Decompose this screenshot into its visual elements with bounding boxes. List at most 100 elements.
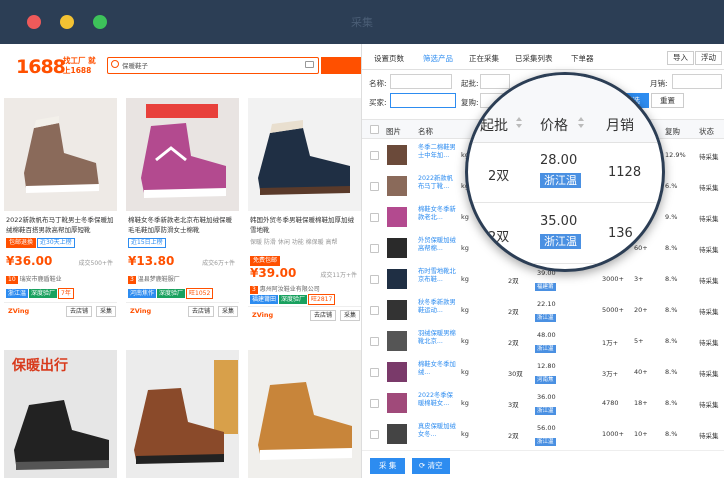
search-button[interactable] xyxy=(321,57,361,74)
svg-text:保暖出行: 保暖出行 xyxy=(11,357,68,374)
float-button[interactable]: 浮动 xyxy=(695,51,722,65)
product-image[interactable] xyxy=(4,98,117,211)
tab-set-pages[interactable]: 设置页数 xyxy=(374,53,404,64)
row-name[interactable]: 2022冬季保暖棉鞋女... xyxy=(418,392,458,408)
row-buyers: 3+ xyxy=(634,275,644,283)
row-unit: kg xyxy=(461,399,469,407)
row-moq: 2双 xyxy=(508,339,519,347)
table-row[interactable]: 秋冬季新款男鞋运动... kg 2双 22.10 浙江温 5000+ 20+ 8.% 待采集 xyxy=(362,295,724,327)
row-thumbnail[interactable] xyxy=(387,176,407,196)
table-row[interactable]: 2022冬季保暖棉鞋女... kg 3双 36.00 浙江温 4780 18+ 8.% 待采集 xyxy=(362,388,724,420)
row-thumbnail[interactable] xyxy=(387,393,407,413)
row-name[interactable]: 冬季二棉鞋男士中年加... xyxy=(418,144,458,160)
row-checkbox[interactable] xyxy=(370,368,379,377)
collect-button[interactable]: 采集 xyxy=(96,306,117,317)
product-badges: 浙江温 深度验厂 7年 xyxy=(6,288,75,299)
row-thumbnail[interactable] xyxy=(387,300,407,320)
row-checkbox[interactable] xyxy=(370,337,379,346)
vendor-logo: ZVing xyxy=(130,307,152,315)
verify-chip: 深度验厂 xyxy=(279,295,308,304)
table-row[interactable]: 棉鞋女冬季加绒... kg 30双 12.80 河南焦 3万+ 40+ 8.% 待采集 xyxy=(362,357,724,389)
product-title[interactable]: 棉鞋女冬季新款老北京布鞋加绒保暖毛毛鞋加厚防滑女士棉靴 xyxy=(128,215,238,235)
row-checkbox[interactable] xyxy=(370,213,379,222)
product-card[interactable] xyxy=(248,350,361,478)
site-logo[interactable]: 1688 xyxy=(16,56,66,78)
buyer-input[interactable] xyxy=(390,93,456,108)
product-sold: 成交11万+件 xyxy=(320,272,357,279)
import-button[interactable]: 导入 xyxy=(667,51,694,65)
row-thumbnail[interactable] xyxy=(387,424,407,444)
row-thumbnail[interactable] xyxy=(387,238,407,258)
col-repurchase[interactable]: 复购 xyxy=(665,126,680,137)
row-name[interactable]: 真皮保暖加绒女冬... xyxy=(418,423,458,439)
row-repurchase: 8.% xyxy=(665,430,678,438)
years-chip: 旺1052 xyxy=(186,288,214,299)
table-row[interactable]: 真皮保暖加绒女冬... kg 2双 56.00 浙江温 1000+ 10+ 8.% 待采集 xyxy=(362,419,724,451)
row-name[interactable]: 棉鞋女冬季新款老北... xyxy=(418,206,458,222)
site-slogan: 找工厂 就上1688 xyxy=(63,56,96,75)
row-moq: 2双 xyxy=(508,432,519,440)
product-tags: 包邮退换 近30天上榜 xyxy=(6,238,76,248)
row-name[interactable]: 秋冬季新款男鞋运动... xyxy=(418,299,458,315)
collect-all-button[interactable]: 采 集 xyxy=(370,458,406,474)
product-card[interactable]: 棉鞋女冬季新款老北京布鞋加绒保暖毛毛鞋加厚防滑女士棉靴 近15日上榜 ¥13.8… xyxy=(126,98,239,343)
product-image[interactable]: 保暖出行 xyxy=(4,350,117,478)
sort-icon[interactable] xyxy=(516,117,522,129)
search-input[interactable]: 保暖鞋子 xyxy=(107,57,319,74)
collect-button[interactable]: 采集 xyxy=(340,310,361,321)
row-name[interactable]: 外贸保暖加绒高帮棉... xyxy=(418,237,458,253)
mag-col-monthly: 月销 xyxy=(606,118,634,134)
row-unit: kg xyxy=(461,430,469,438)
collect-button[interactable]: 采集 xyxy=(218,306,239,317)
tab-order-tool[interactable]: 下单器 xyxy=(571,53,594,64)
table-row[interactable]: 羽绒保暖男棉靴北京... kg 2双 48.00 浙江温 1万+ 5+ 8.% 待采集 xyxy=(362,326,724,358)
row-moq: 30双 xyxy=(508,370,523,378)
product-image[interactable] xyxy=(126,98,239,211)
row-checkbox[interactable] xyxy=(370,275,379,284)
row-name[interactable]: 棉鞋女冬季加绒... xyxy=(418,361,458,377)
row-name[interactable]: 布时雪地靴北京布鞋... xyxy=(418,268,458,284)
row-checkbox[interactable] xyxy=(370,306,379,315)
row-checkbox[interactable] xyxy=(370,430,379,439)
product-image[interactable] xyxy=(248,350,361,478)
name-input[interactable] xyxy=(390,74,452,89)
row-name[interactable]: 羽绒保暖男棉靴北京... xyxy=(418,330,458,346)
select-all-checkbox[interactable] xyxy=(370,125,379,134)
tab-filter-products[interactable]: 筛选产品 xyxy=(423,53,453,64)
camera-icon[interactable] xyxy=(305,61,314,68)
row-checkbox[interactable] xyxy=(370,182,379,191)
row-thumbnail[interactable] xyxy=(387,207,407,227)
product-title[interactable]: 韩国外贸冬季男鞋保暖棉鞋加厚加绒雪地靴 xyxy=(250,215,360,235)
row-name[interactable]: 2022新款帆布马丁靴... xyxy=(418,175,458,191)
shop-name[interactable]: 3 惠州阿汝鞋业有限公司 xyxy=(250,284,320,294)
row-monthly: 1万+ xyxy=(602,339,619,347)
product-card[interactable] xyxy=(126,350,239,478)
row-thumbnail[interactable] xyxy=(387,145,407,165)
product-title[interactable]: 2022新款帆布马丁靴男士冬季保暖加绒棉鞋百搭男款高帮加厚短靴 xyxy=(6,215,116,235)
tab-collecting[interactable]: 正在采集 xyxy=(469,53,499,64)
shop-name[interactable]: 10 瑞安市鹿盾鞋业 xyxy=(6,274,62,284)
row-repurchase: 9.% xyxy=(665,213,678,221)
row-thumbnail[interactable] xyxy=(387,331,407,351)
product-card[interactable]: 保暖出行 xyxy=(4,350,117,478)
clear-button[interactable]: ⟳ 清空 xyxy=(412,458,450,474)
go-shop-button[interactable]: 去店铺 xyxy=(66,306,93,317)
product-card[interactable]: 韩国外贸冬季男鞋保暖棉鞋加厚加绒雪地靴 保暖 防滑 休闲 功能 棉保暖 高帮 免… xyxy=(248,98,361,343)
product-image[interactable] xyxy=(126,350,239,478)
product-image[interactable] xyxy=(248,98,361,211)
row-checkbox[interactable] xyxy=(370,244,379,253)
sort-icon[interactable] xyxy=(578,117,584,129)
row-checkbox[interactable] xyxy=(370,151,379,160)
mag-price: 35.00 xyxy=(540,214,578,229)
product-card[interactable]: 2022新款帆布马丁靴男士冬季保暖加绒棉鞋百搭男款高帮加厚短靴 包邮退换 近30天… xyxy=(4,98,117,343)
row-thumbnail[interactable] xyxy=(387,362,407,382)
monthly-input[interactable] xyxy=(672,74,722,89)
row-thumbnail[interactable] xyxy=(387,269,407,289)
row-checkbox[interactable] xyxy=(370,399,379,408)
product-price: ¥13.80 xyxy=(128,254,175,268)
shop-name[interactable]: 3 温县梦鹿鞋服厂 xyxy=(128,274,180,284)
go-shop-button[interactable]: 去店铺 xyxy=(310,310,337,321)
tab-collected-list[interactable]: 已采集列表 xyxy=(515,53,553,64)
row-location: 浙江温 xyxy=(535,314,556,322)
go-shop-button[interactable]: 去店铺 xyxy=(188,306,215,317)
